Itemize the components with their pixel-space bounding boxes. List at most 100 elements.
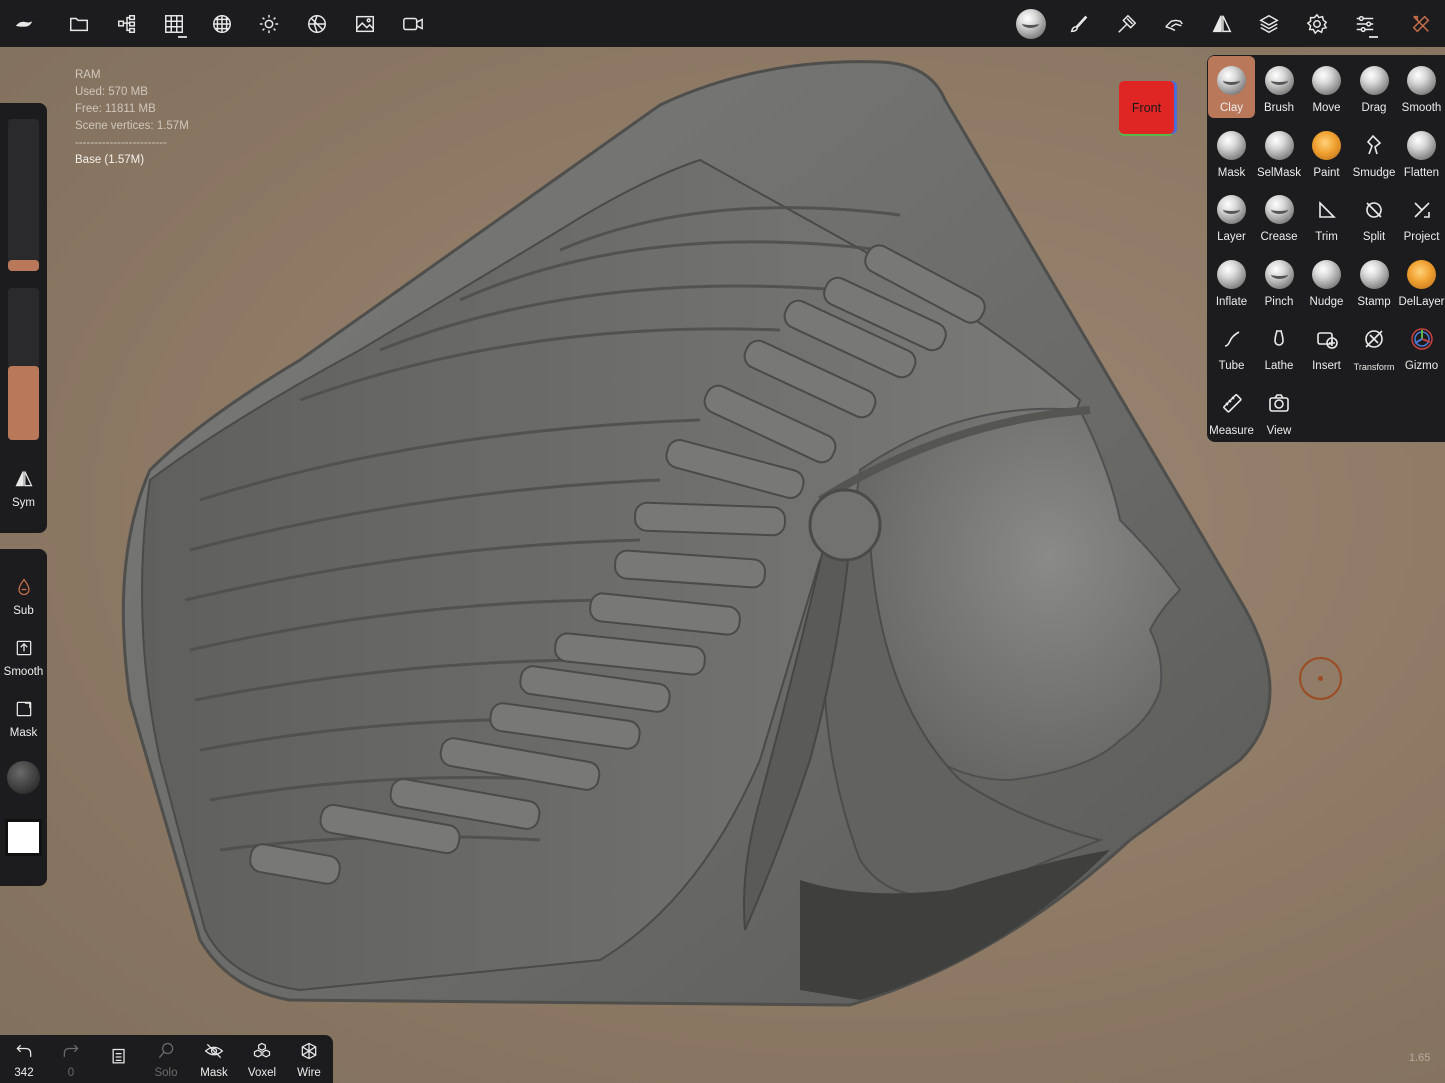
tool-mask[interactable]: Mask — [1208, 121, 1255, 183]
move-icon — [1311, 65, 1342, 96]
light-icon[interactable] — [253, 8, 285, 40]
lathe-icon — [1264, 323, 1295, 354]
brush-tool-icon — [1264, 65, 1295, 96]
project-icon — [1406, 194, 1437, 225]
folder-icon[interactable] — [63, 8, 95, 40]
layers-icon[interactable] — [1253, 8, 1285, 40]
tool-selmask[interactable]: SelMask — [1256, 121, 1303, 183]
grid-icon[interactable] — [158, 8, 190, 40]
wireframe-icon — [301, 1042, 317, 1060]
video-icon[interactable] — [397, 8, 429, 40]
pinch-icon — [1264, 259, 1295, 290]
bottom-toolbar: 342 0 Solo Mask Voxel Wire — [0, 1035, 333, 1083]
list-button[interactable] — [97, 1047, 141, 1072]
top-toolbar — [0, 0, 1445, 47]
nudge-icon — [1311, 259, 1342, 290]
color-swatch[interactable] — [5, 819, 42, 856]
scene-tree-icon[interactable] — [111, 8, 143, 40]
concho — [808, 488, 882, 562]
tool-nudge[interactable]: Nudge — [1303, 250, 1350, 312]
tools-icon[interactable] — [1405, 8, 1437, 40]
smudge-icon — [1359, 130, 1390, 161]
sliders-icon[interactable] — [1349, 8, 1381, 40]
mask-visibility-button[interactable]: Mask — [192, 1041, 236, 1079]
list-icon — [112, 1048, 125, 1064]
tool-move[interactable]: Move — [1303, 56, 1350, 118]
tool-project[interactable]: Project — [1398, 185, 1445, 247]
tool-layer[interactable]: Layer — [1208, 185, 1255, 247]
tool-flatten[interactable]: Flatten — [1398, 121, 1445, 183]
nomad-logo-icon[interactable] — [8, 8, 40, 40]
tool-measure[interactable]: Measure — [1208, 379, 1255, 441]
solo-button[interactable]: Solo — [144, 1041, 188, 1079]
radius-slider[interactable] — [8, 119, 39, 271]
insert-icon — [1311, 323, 1342, 354]
stroke-icon[interactable] — [1111, 8, 1143, 40]
topology-icon[interactable] — [206, 8, 238, 40]
tool-dellayer[interactable]: DelLayer — [1398, 250, 1445, 312]
tool-clay[interactable]: Clay — [1208, 56, 1255, 118]
smooth-button[interactable]: Smooth — [0, 638, 47, 678]
brush-icon[interactable] — [1063, 8, 1095, 40]
mask-icon — [1216, 130, 1247, 161]
symmetry-icon — [15, 471, 32, 487]
settings-icon[interactable] — [1301, 8, 1333, 40]
tool-insert[interactable]: Insert — [1303, 314, 1350, 376]
symmetry-icon[interactable] — [1206, 8, 1238, 40]
view-cube[interactable]: Front — [1119, 81, 1174, 134]
solo-label: Solo — [154, 1067, 178, 1079]
tool-lathe[interactable]: Lathe — [1256, 314, 1303, 376]
tool-label: Gizmo — [1404, 360, 1439, 372]
sub-button[interactable]: Sub — [0, 577, 47, 617]
mask-button[interactable]: Mask — [0, 699, 47, 739]
hand-icon[interactable] — [1158, 8, 1190, 40]
layer-icon — [1216, 194, 1247, 225]
voxel-button[interactable]: Voxel — [240, 1041, 284, 1079]
tool-split[interactable]: Split — [1351, 185, 1398, 247]
selmask-icon — [1264, 130, 1295, 161]
wire-label: Wire — [297, 1067, 321, 1079]
tool-drag[interactable]: Drag — [1351, 56, 1398, 118]
tool-transform[interactable]: Transform — [1351, 314, 1398, 376]
tool-panel: Clay Brush Move Drag Smooth Mask SelMask Paint S… — [1207, 55, 1445, 442]
sym-label: Sym — [12, 497, 35, 509]
smooth-toggle-icon — [16, 640, 31, 656]
tool-trim[interactable]: Trim — [1303, 185, 1350, 247]
tool-crease[interactable]: Crease — [1256, 185, 1303, 247]
tool-label: Smooth — [1401, 102, 1442, 114]
shading-icon[interactable] — [301, 8, 333, 40]
tool-smudge[interactable]: Smudge — [1351, 121, 1398, 183]
tool-paint[interactable]: Paint — [1303, 121, 1350, 183]
clay-icon — [1216, 65, 1247, 96]
redo-button[interactable]: 0 — [49, 1041, 93, 1079]
tool-pinch[interactable]: Pinch — [1256, 250, 1303, 312]
transform-icon — [1359, 323, 1390, 354]
tool-tube[interactable]: Tube — [1208, 314, 1255, 376]
stamp-icon — [1359, 259, 1390, 290]
material-ball[interactable] — [7, 761, 40, 794]
tool-inflate[interactable]: Inflate — [1208, 250, 1255, 312]
split-icon — [1359, 194, 1390, 225]
tool-view[interactable]: View — [1256, 379, 1303, 441]
tool-gizmo[interactable]: Gizmo — [1398, 314, 1445, 376]
active-object[interactable]: Base (1.57M) — [75, 152, 189, 169]
undo-button[interactable]: 342 — [2, 1041, 46, 1079]
tool-label: Project — [1403, 231, 1440, 243]
voxel-icon — [253, 1042, 271, 1058]
stats-separator: ------------------------ — [75, 137, 167, 149]
tool-brush[interactable]: Brush — [1256, 56, 1303, 118]
wire-button[interactable]: Wire — [287, 1041, 331, 1079]
tool-smooth[interactable]: Smooth — [1398, 56, 1445, 118]
brush-settings-panel: Sym — [0, 103, 47, 533]
tool-label: DelLayer — [1398, 295, 1445, 308]
tool-stamp[interactable]: Stamp — [1351, 250, 1398, 312]
tube-icon — [1216, 323, 1247, 354]
material-sphere-icon[interactable] — [1015, 8, 1047, 40]
tool-label: View — [1266, 424, 1292, 437]
intensity-slider[interactable] — [8, 288, 39, 440]
trim-icon — [1311, 194, 1342, 225]
sym-button[interactable]: Sym — [0, 469, 47, 509]
search-icon — [158, 1042, 174, 1059]
background-image-icon[interactable] — [349, 8, 381, 40]
redo-icon — [63, 1044, 79, 1057]
